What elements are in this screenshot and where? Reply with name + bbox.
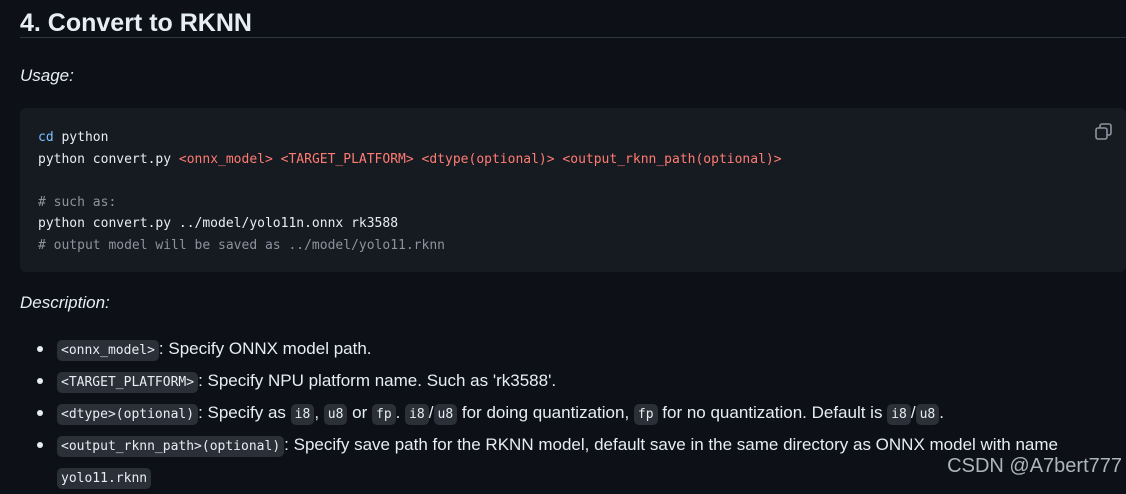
item-text: , xyxy=(314,403,324,422)
list-item: <dtype>(optional): Specify as i8, u8 or … xyxy=(20,398,1126,430)
code-content[interactable]: cd python python convert.py <onnx_model>… xyxy=(38,127,782,257)
inline-code: fp xyxy=(633,404,658,425)
code-comment-such-as: # such as: xyxy=(38,194,117,210)
inline-code: <output_rknn_path>(optional) xyxy=(57,436,285,457)
code-ph-onnx: <onnx_model> xyxy=(178,151,273,167)
inline-code: u8 xyxy=(915,404,940,425)
item-text: for doing quantization, xyxy=(457,403,634,422)
list-item: <onnx_model>: Specify ONNX model path. xyxy=(20,334,1126,366)
code-line2-prefix: python convert.py xyxy=(38,151,179,167)
code-comment-output: # output model will be saved as ../model… xyxy=(38,237,445,253)
list-item: <TARGET_PLATFORM>: Specify NPU platform … xyxy=(20,366,1126,398)
item-text: / xyxy=(910,403,916,422)
code-cd: cd xyxy=(38,130,54,145)
copy-icon[interactable] xyxy=(1094,122,1114,142)
item-text: : Specify save path for the RKNN model, … xyxy=(284,435,1059,454)
item-text: or xyxy=(347,403,372,422)
code-line5: python convert.py ../model/yolo11n.onnx … xyxy=(38,216,399,232)
item-text: . xyxy=(939,403,944,422)
code-ph-output: <output_rknn_path(optional)> xyxy=(562,151,782,167)
item-text: : Specify ONNX model path. xyxy=(158,339,372,358)
inline-code: u8 xyxy=(323,404,348,425)
item-text: / xyxy=(428,403,434,422)
description-label: Description: xyxy=(20,293,110,312)
item-text: for no quantization. Default is xyxy=(657,403,888,422)
code-cd-arg: python xyxy=(53,130,109,145)
item-text: : Specify NPU platform name. Such as 'rk… xyxy=(198,371,557,390)
item-text: . xyxy=(395,403,406,422)
csdn-watermark: CSDN @A7bert777 xyxy=(947,455,1122,477)
inline-code: fp xyxy=(372,404,396,425)
inline-code: u8 xyxy=(433,404,458,425)
code-block[interactable]: cd python python convert.py <onnx_model>… xyxy=(20,108,1126,272)
usage-label: Usage: xyxy=(20,66,74,85)
inline-code: <TARGET_PLATFORM> xyxy=(57,372,199,393)
inline-code: i8 xyxy=(887,404,911,425)
markdown-content: 4. Convert to RKNN Usage: cd python pyth… xyxy=(20,0,1126,489)
inline-code: <onnx_model> xyxy=(57,340,159,361)
inline-code: <dtype>(optional) xyxy=(57,404,199,425)
item-text: : Specify as xyxy=(198,403,291,422)
section-heading: 4. Convert to RKNN xyxy=(20,0,1126,38)
code-ph-platform: <TARGET_PLATFORM> xyxy=(280,151,414,167)
inline-code: i8 xyxy=(290,404,315,425)
inline-code: i8 xyxy=(405,404,429,425)
code-ph-dtype: <dtype(optional)> xyxy=(421,151,555,167)
